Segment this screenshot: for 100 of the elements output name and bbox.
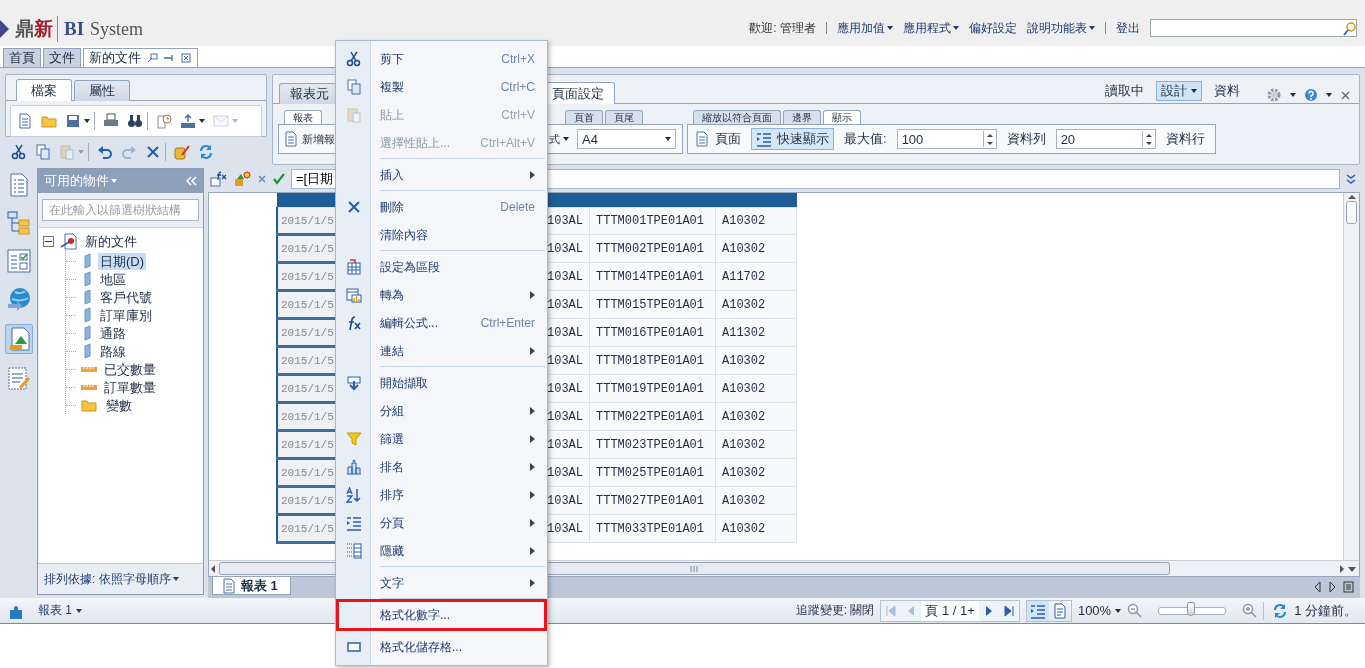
tree-item[interactable]: 已交數量 — [102, 360, 158, 378]
document-tab[interactable]: 新的文件 — [83, 48, 198, 67]
dimension-icon — [81, 307, 93, 323]
tree-item[interactable]: 地區 — [98, 270, 128, 288]
tree-item[interactable]: 訂單數量 — [102, 378, 158, 396]
zoom-out-icon[interactable] — [1127, 603, 1143, 618]
formula-icon[interactable] — [210, 171, 228, 187]
view-button[interactable] — [1026, 600, 1049, 621]
document-tab[interactable]: 首頁 — [3, 48, 41, 67]
toolbar-button[interactable]: 新增報 — [281, 128, 337, 150]
tree-item[interactable]: 日期(D) — [98, 252, 147, 270]
capture-icon — [346, 375, 362, 391]
ribbon-tab[interactable]: 屬性 — [74, 80, 130, 101]
refresh-icon[interactable] — [1272, 602, 1289, 619]
save-icon — [65, 113, 81, 129]
zoom-in-icon[interactable] — [1242, 603, 1258, 618]
paste-icon — [59, 144, 75, 160]
table-cell: A11302 — [715, 318, 797, 347]
document-icon — [221, 577, 235, 594]
search-field[interactable] — [1150, 19, 1357, 37]
settings-icon[interactable] — [1266, 87, 1282, 103]
check-icon[interactable] — [273, 173, 285, 185]
scroll-thumb-icon[interactable] — [1346, 201, 1357, 224]
document-icon — [283, 131, 299, 147]
paper-size-select[interactable]: A4 — [577, 129, 676, 149]
cancel-icon[interactable] — [257, 174, 267, 184]
dimension-icon — [81, 253, 93, 269]
nav-menu[interactable]: 應用加值 — [837, 19, 893, 37]
table-cell: A11702 — [715, 262, 797, 291]
help-icon[interactable] — [1304, 88, 1318, 102]
popout-icon[interactable] — [147, 53, 158, 63]
side-tool-button[interactable] — [5, 210, 33, 236]
page-number-text: 頁 1 / 1+ — [921, 600, 979, 621]
pin-icon[interactable] — [164, 53, 175, 63]
menu-item[interactable]: 格式化數字... — [338, 601, 545, 629]
expand-toggle[interactable] — [43, 235, 54, 247]
chart-document-icon — [7, 327, 31, 351]
toolbar-button[interactable] — [127, 112, 143, 130]
toolbar-button[interactable] — [65, 112, 90, 130]
triangle-icon — [0, 20, 9, 38]
expand-icon[interactable] — [1346, 174, 1356, 184]
tree-item[interactable]: 通路 — [98, 324, 128, 342]
document-icon — [7, 173, 31, 197]
nav-menu[interactable]: 應用程式 — [903, 19, 959, 37]
up-arrow-icon[interactable] — [1346, 193, 1357, 201]
delete-icon — [145, 144, 161, 160]
close-icon[interactable] — [1340, 89, 1351, 101]
tree-item[interactable]: 變數 — [104, 396, 134, 414]
database-edit-icon — [174, 144, 190, 160]
next-icon[interactable] — [1328, 581, 1337, 593]
side-tool-button[interactable] — [5, 366, 33, 392]
table-cell: TTTM018TPE01A01 — [589, 346, 716, 375]
toggle-button[interactable]: 快速顯示 — [751, 128, 834, 150]
toolbar-button[interactable] — [11, 143, 27, 161]
report-menu[interactable]: 報表 1 — [38, 602, 82, 619]
slider-thumb[interactable] — [1186, 601, 1195, 616]
menu-item[interactable]: 格式化儲存格... — [338, 633, 545, 661]
close-icon[interactable] — [181, 53, 192, 63]
list-icon[interactable] — [1343, 581, 1354, 593]
number-spinner[interactable]: 20 — [1055, 129, 1156, 149]
side-tool-button[interactable] — [5, 286, 33, 312]
toolbar-button[interactable] — [97, 143, 113, 161]
toolbar-button[interactable] — [180, 112, 205, 130]
menu-item[interactable]: 文字 — [338, 569, 545, 597]
logout-link[interactable]: 登出 — [1116, 19, 1140, 37]
search-icon — [1342, 20, 1356, 36]
menu-item[interactable]: 剪下 Ctrl+X — [338, 45, 545, 73]
tree-item[interactable]: 路線 — [98, 342, 128, 360]
nav-menu[interactable]: 說明功能表 — [1027, 19, 1095, 37]
tree-item[interactable]: 新的文件 — [83, 232, 139, 250]
report-tab[interactable]: 報表 1 — [212, 577, 291, 595]
edit-document-icon — [7, 367, 31, 391]
globe-icon — [7, 287, 31, 311]
side-tool-button[interactable] — [5, 248, 33, 274]
tree-item[interactable]: 客戶代號 — [98, 288, 154, 306]
nav-menu[interactable]: 偏好設定 — [969, 19, 1017, 37]
submenu-arrow-icon — [530, 347, 535, 355]
tree-item[interactable]: 訂單庫別 — [98, 306, 154, 324]
dimension-icon — [81, 271, 93, 287]
ribbon-tab[interactable]: 檔案 — [16, 79, 72, 101]
filter-field[interactable]: 在此輸入以篩選樹狀結構 — [42, 199, 199, 221]
table-cell: TTTM015TPE01A01 — [589, 290, 716, 319]
previous-icon[interactable] — [1313, 581, 1322, 593]
insert-variable-icon[interactable] — [234, 171, 251, 187]
collapse-icon[interactable] — [186, 176, 197, 186]
mode-button[interactable]: 資料 — [1210, 81, 1244, 101]
table-cell: A10302 — [715, 402, 797, 431]
zoom-menu[interactable]: 100% — [1077, 603, 1122, 618]
convert-icon — [346, 287, 362, 303]
sort-menu[interactable]: 排列依據: 依照字母順序 — [44, 570, 179, 588]
hide-icon — [346, 543, 362, 559]
logo-text: 鼎 — [15, 17, 34, 41]
mode-button[interactable]: 讀取中 — [1101, 81, 1148, 101]
toolbar-button[interactable]: 頁面 — [690, 128, 745, 150]
mode-button[interactable]: 設計 — [1156, 81, 1202, 101]
vertical-scrollbar[interactable] — [1343, 193, 1359, 560]
side-tool-button[interactable] — [5, 324, 33, 354]
folder-icon — [41, 113, 57, 129]
document-tab[interactable]: 文件 — [43, 48, 81, 67]
number-spinner[interactable]: 100 — [896, 129, 997, 149]
